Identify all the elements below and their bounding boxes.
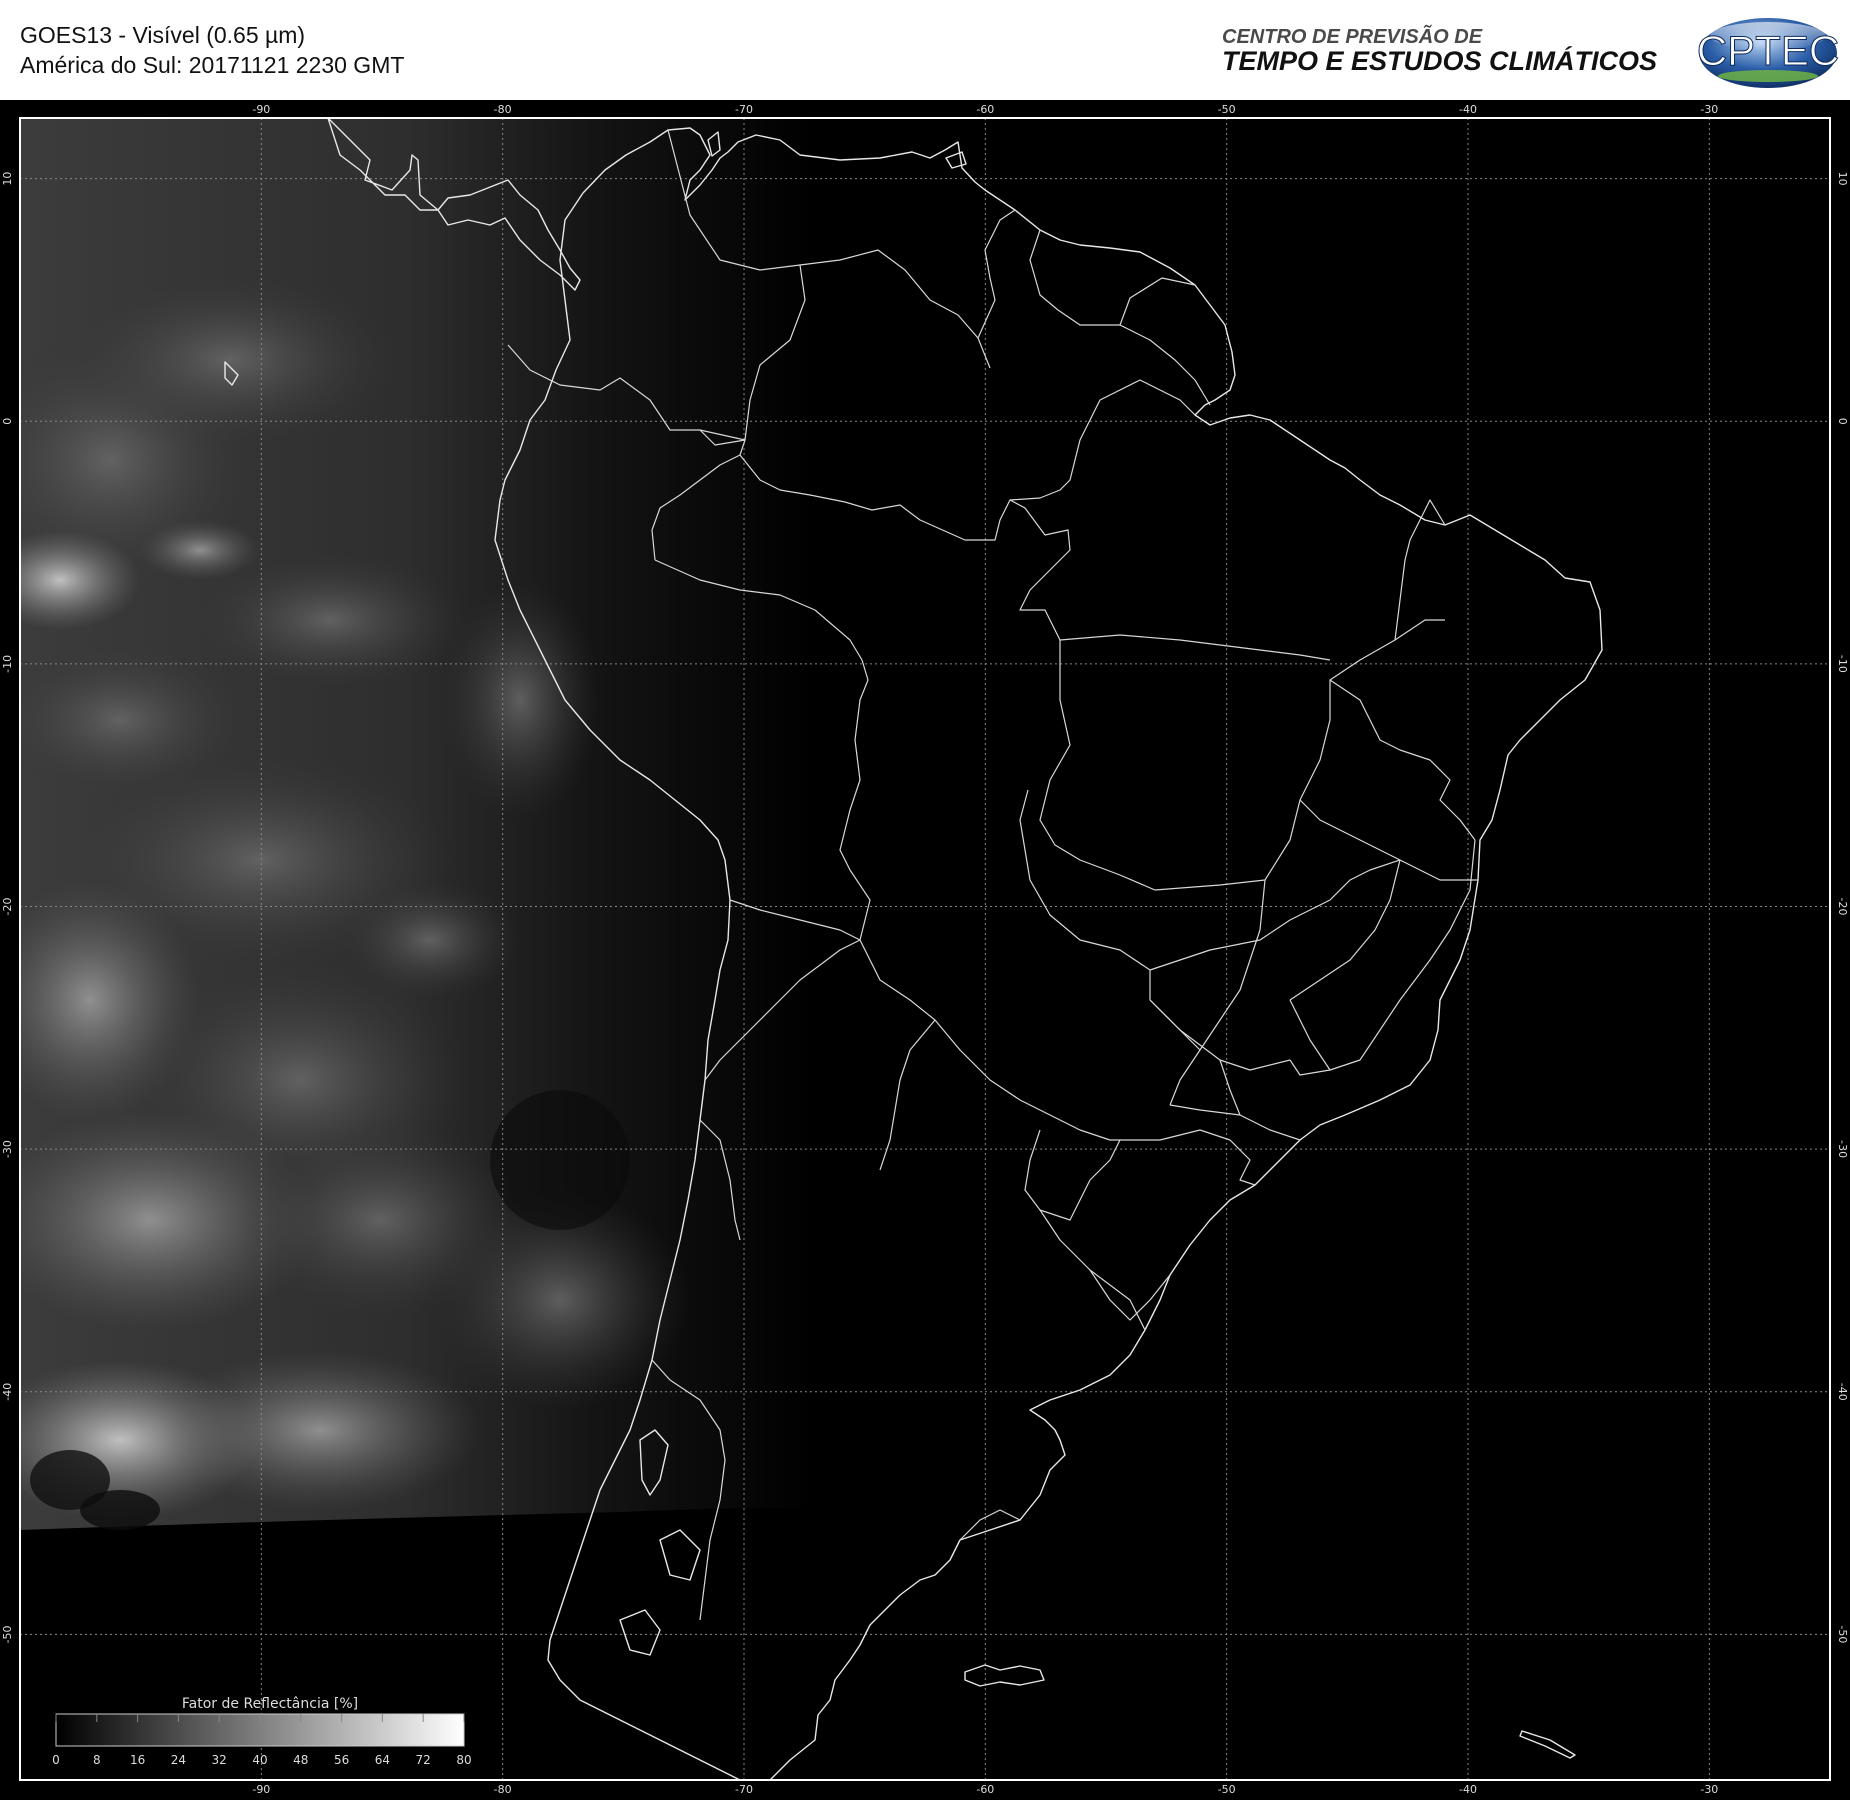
- lat-tick-right: 10: [1836, 172, 1849, 186]
- lat-tick-left: 0: [1, 418, 14, 425]
- legend-tick-label: 80: [456, 1753, 471, 1767]
- satellite-map: -90 -90 -80 -80 -70 -70 -60 -60 -50 -50 -40 -40 -30 -…: [0, 100, 1850, 1800]
- lon-tick-bottom: -70: [735, 1783, 753, 1796]
- legend-title: Fator de Reflectância [%]: [182, 1696, 358, 1712]
- legend-tick-label: 56: [334, 1753, 349, 1767]
- lat-tick-left: -30: [1, 1140, 14, 1158]
- legend-tick-label: 24: [171, 1753, 186, 1767]
- legend-tick-label: 16: [130, 1753, 145, 1767]
- lon-tick-top: -40: [1459, 103, 1477, 116]
- lon-tick-top: -70: [735, 103, 753, 116]
- lon-tick-bottom: -40: [1459, 1783, 1477, 1796]
- lon-tick-bottom: -60: [976, 1783, 994, 1796]
- cloud-imagery: [20, 118, 1300, 1530]
- lat-tick-right: -10: [1836, 655, 1849, 673]
- lon-tick-bottom: -90: [252, 1783, 270, 1796]
- lat-tick-right: -40: [1836, 1383, 1849, 1401]
- lon-tick-bottom: -30: [1700, 1783, 1718, 1796]
- legend-tick-label: 40: [252, 1753, 267, 1767]
- legend-tick-label: 8: [93, 1753, 101, 1767]
- lat-tick-right: 0: [1836, 418, 1849, 425]
- region-timestamp: América do Sul: 20171121 2230 GMT: [20, 52, 405, 78]
- lat-tick-right: -50: [1836, 1625, 1849, 1643]
- lon-tick-top: -60: [976, 103, 994, 116]
- lat-tick-left: 10: [1, 172, 14, 186]
- header: GOES13 - Visível (0.65 µm) América do Su…: [0, 0, 1850, 100]
- lon-tick-top: -50: [1218, 103, 1236, 116]
- lat-tick-left: -50: [1, 1625, 14, 1643]
- product-title: GOES13 - Visível (0.65 µm): [20, 22, 306, 48]
- cptec-logo: CPTEC: [1697, 18, 1839, 88]
- lon-tick-top: -30: [1700, 103, 1718, 116]
- lat-tick-left: -10: [1, 655, 14, 673]
- lon-tick-top: -90: [252, 103, 270, 116]
- lat-tick-right: -30: [1836, 1140, 1849, 1158]
- legend-tick-label: 0: [52, 1753, 60, 1767]
- lon-tick-top: -80: [494, 103, 512, 116]
- lon-tick-bottom: -50: [1218, 1783, 1236, 1796]
- lon-tick-bottom: -80: [494, 1783, 512, 1796]
- legend-tick-label: 48: [293, 1753, 308, 1767]
- lat-tick-right: -20: [1836, 898, 1849, 916]
- legend-tick-label: 32: [212, 1753, 227, 1767]
- lat-tick-left: -20: [1, 898, 14, 916]
- org-name-line2: TEMPO E ESTUDOS CLIMÁTICOS: [1222, 46, 1658, 76]
- legend-tick-label: 72: [416, 1753, 431, 1767]
- logo-text: CPTEC: [1697, 27, 1839, 74]
- lat-tick-left: -40: [1, 1383, 14, 1401]
- legend-tick-label: 64: [375, 1753, 390, 1767]
